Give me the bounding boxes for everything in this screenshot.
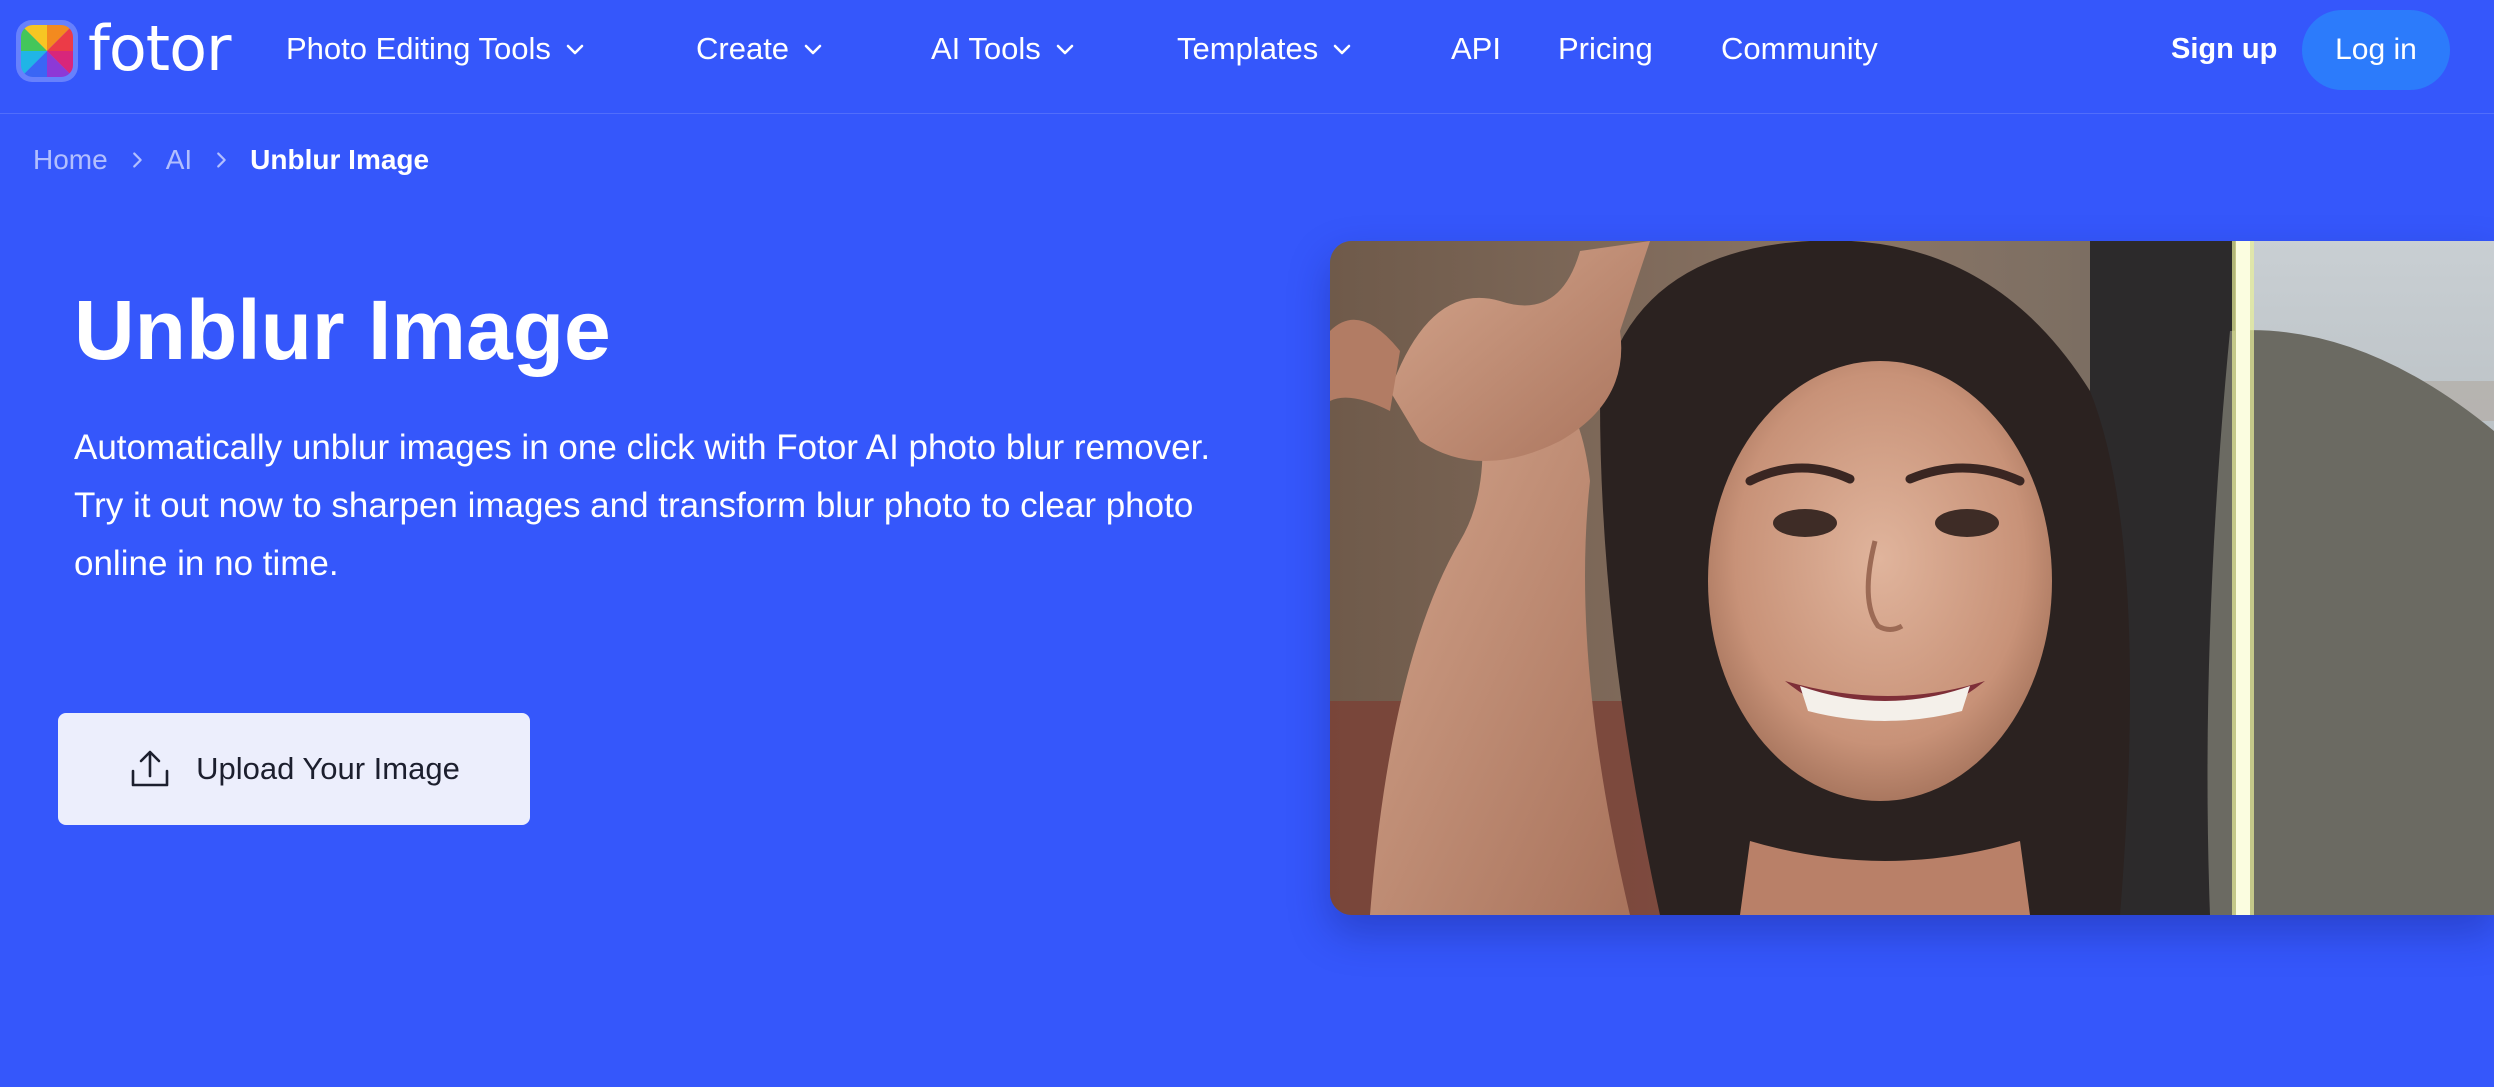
nav-item-ai-tools[interactable]: AI Tools [931,28,1077,70]
nav-item-label: Photo Editing Tools [286,31,551,66]
nav-item-label: Create [696,31,790,66]
breadcrumb-current: Unblur Image [250,144,430,175]
chevron-down-icon [1056,44,1074,55]
nav-item-api[interactable]: API [1451,28,1501,70]
hero-description: Automatically unblur images in one click… [74,419,1234,593]
hero-description-line: Automatically unblur images in one click… [74,428,1211,467]
nav-item-label: Pricing [1558,31,1653,66]
page-title: Unblur Image [74,283,611,377]
upload-icon [131,750,169,787]
nav-item-create[interactable]: Create [696,28,825,70]
nav-item-label: Community [1721,31,1878,66]
nav-item-label: AI Tools [931,31,1041,66]
nav-item-templates[interactable]: Templates [1177,28,1354,70]
nav-item-pricing[interactable]: Pricing [1558,28,1653,70]
breadcrumb-ai-link[interactable]: AI [166,144,192,176]
hero-description-line: Try it out now to sharpen images and tra… [74,486,1194,583]
sign-up-link[interactable]: Sign up [2171,28,2277,70]
nav-item-label: Templates [1177,31,1319,66]
chevron-right-icon [217,152,226,168]
breadcrumb: Home AI Unblur Image [33,140,429,180]
top-navigation-bar: fotor Photo Editing Tools Create AI Tool… [0,0,2494,114]
fotor-logo[interactable]: fotor [16,18,231,84]
upload-button-label: Upload Your Image [196,751,460,786]
chevron-down-icon [566,44,584,55]
chevron-down-icon [804,44,822,55]
nav-item-label: API [1451,31,1501,66]
before-after-sample-photo [1330,241,2494,915]
nav-item-photo-editing-tools[interactable]: Photo Editing Tools [286,28,587,70]
nav-item-community[interactable]: Community [1721,28,1878,70]
chevron-down-icon [1333,44,1351,55]
log-in-button[interactable]: Log in [2302,10,2450,90]
brand-name: fotor [88,12,231,85]
breadcrumb-home-link[interactable]: Home [33,144,108,176]
chevron-right-icon [132,152,142,168]
fotor-logo-icon [16,20,78,82]
upload-image-button[interactable]: Upload Your Image [58,713,530,825]
